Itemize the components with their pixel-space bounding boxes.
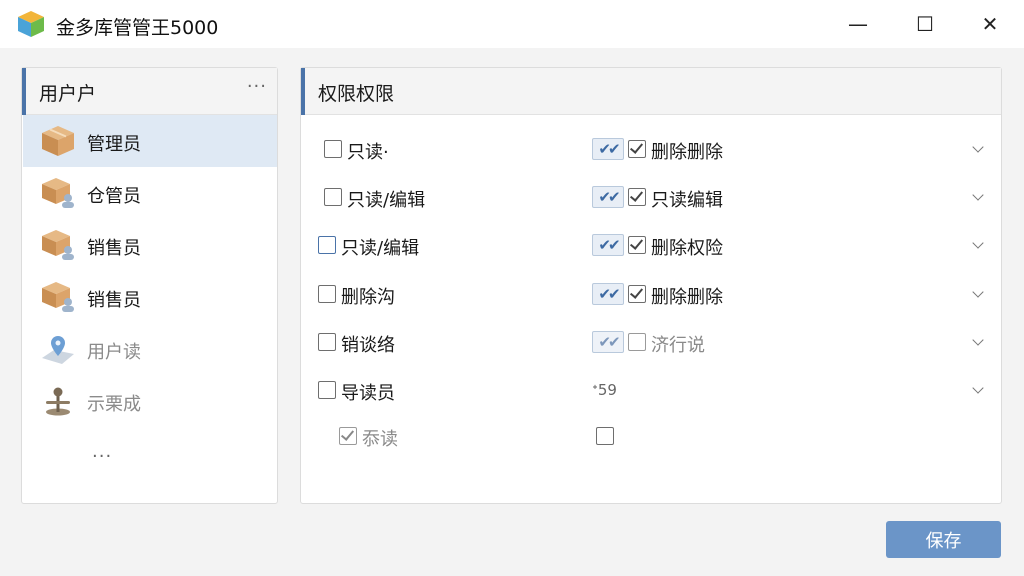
chevron-down-icon[interactable] — [971, 143, 985, 157]
chevron-down-icon[interactable] — [971, 191, 985, 205]
user-label: 销售员 — [87, 290, 141, 311]
box-user-icon — [42, 178, 74, 208]
permission-checkbox[interactable] — [628, 188, 646, 206]
permission-checkbox[interactable] — [318, 236, 336, 254]
permission-label: 济行说 — [651, 335, 705, 356]
chevron-down-icon[interactable] — [971, 239, 985, 253]
permission-label: 只读编辑 — [651, 190, 723, 211]
chevron-down-icon[interactable] — [971, 336, 985, 350]
permission-label: 只读/编辑 — [341, 238, 420, 259]
users-panel-title: 用户户 — [39, 83, 97, 105]
permission-count: ᐩ59 — [592, 381, 617, 399]
box-user-icon — [42, 282, 74, 312]
save-button[interactable]: 保存 — [886, 521, 1001, 558]
users-more-button[interactable]: ··· — [247, 76, 267, 97]
permission-checkbox[interactable] — [318, 381, 336, 399]
permission-label: 只读/编辑 — [347, 190, 426, 211]
map-pin-icon — [42, 336, 74, 364]
permission-label: 删除删除 — [651, 142, 723, 163]
user-item-sales-2[interactable]: 销售员 — [23, 271, 277, 323]
permission-label: 删除权险 — [651, 238, 723, 259]
permission-label: 忝读 — [362, 429, 398, 450]
permission-checkbox[interactable] — [339, 427, 357, 445]
double-check-toggle[interactable]: ✔✔ — [592, 186, 624, 208]
permission-row: 只读/编辑 ✔✔ 只读编辑 — [301, 176, 1001, 220]
permission-checkbox[interactable] — [628, 285, 646, 303]
permission-label: 只读· — [347, 142, 389, 163]
permission-checkbox[interactable] — [628, 333, 646, 351]
permission-row: 导读员 ᐩ59 — [301, 369, 1001, 413]
users-panel-header: 用户户 ··· — [22, 68, 277, 115]
permissions-panel-header: 权限权限 — [301, 68, 1001, 115]
box-user-icon — [42, 230, 74, 260]
user-label: 销售员 — [87, 238, 141, 259]
permission-checkbox[interactable] — [318, 333, 336, 351]
user-label: 仓管员 — [87, 186, 141, 207]
double-check-toggle[interactable]: ✔✔ — [592, 283, 624, 305]
permission-row: 只读· ✔✔ 删除删除 — [301, 128, 1001, 172]
app-title: 金多库管管王5000 — [56, 17, 219, 39]
permission-checkbox[interactable] — [628, 140, 646, 158]
user-item-demo[interactable]: 示栗成 — [23, 375, 277, 427]
user-item-sales-1[interactable]: 销售员 — [23, 219, 277, 271]
user-item-admin[interactable]: 管理员 — [23, 115, 277, 167]
permissions-panel-title: 权限权限 — [318, 83, 395, 105]
permission-label: 删除沟 — [341, 287, 395, 308]
permissions-panel: 权限权限 只读· ✔✔ 删除删除 只读/编辑 ✔✔ 只读编辑 只读/编辑 ✔✔ … — [300, 67, 1002, 504]
double-check-toggle[interactable]: ✔✔ — [592, 331, 624, 353]
title-bar: 金多库管管王5000 — ☐ ✕ — [0, 0, 1024, 48]
permission-sub-row: 忝读 — [301, 415, 1001, 459]
minimize-button[interactable]: — — [830, 0, 886, 48]
box-icon — [42, 126, 74, 156]
permission-row: 只读/编辑 ✔✔ 删除权险 — [301, 224, 1001, 268]
permission-checkbox[interactable] — [318, 285, 336, 303]
header-accent — [301, 68, 305, 115]
permission-row: 销谈络 ✔✔ 济行说 — [301, 321, 1001, 365]
user-item-warehouse[interactable]: 仓管员 — [23, 167, 277, 219]
maximize-button[interactable]: ☐ — [897, 0, 953, 48]
user-label: 用户读 — [87, 342, 141, 363]
user-label: 管理员 — [87, 134, 141, 155]
app-cube-icon — [18, 11, 44, 37]
user-label: 示栗成 — [87, 394, 141, 415]
permission-checkbox[interactable] — [596, 427, 614, 445]
double-check-toggle[interactable]: ✔✔ — [592, 234, 624, 256]
permission-checkbox[interactable] — [628, 236, 646, 254]
header-accent — [22, 68, 26, 115]
permission-checkbox[interactable] — [324, 140, 342, 158]
chevron-down-icon[interactable] — [971, 384, 985, 398]
permission-label: 销谈络 — [341, 335, 395, 356]
users-panel: 用户户 ··· 管理员 仓管员 销售员 销售员 用户读 示栗成 ··· — [21, 67, 278, 504]
permission-label: 删除删除 — [651, 287, 723, 308]
permission-checkbox[interactable] — [324, 188, 342, 206]
joystick-icon — [46, 387, 70, 416]
more-users-ellipsis[interactable]: ··· — [92, 446, 112, 467]
close-button[interactable]: ✕ — [962, 0, 1018, 48]
user-item-reader[interactable]: 用户读 — [23, 323, 277, 375]
chevron-down-icon[interactable] — [971, 288, 985, 302]
permission-label: 导读员 — [341, 383, 395, 404]
permission-row: 删除沟 ✔✔ 删除删除 — [301, 273, 1001, 317]
double-check-toggle[interactable]: ✔✔ — [592, 138, 624, 160]
